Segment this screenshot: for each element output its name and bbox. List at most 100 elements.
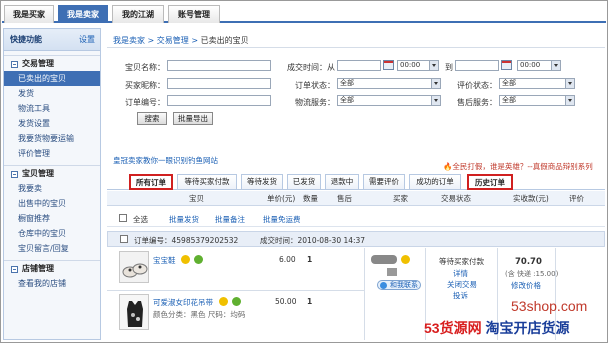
section-shop-management[interactable]: 店铺管理: [4, 260, 100, 276]
tab-history-orders[interactable]: 历史订单: [467, 174, 513, 190]
tab-account[interactable]: 账号管理: [168, 5, 220, 23]
calendar-icon[interactable]: [383, 60, 394, 70]
sidebar-item-sell[interactable]: 我要卖: [4, 181, 100, 196]
order-deal-time: 成交时间：2010-08-30 14:37: [260, 236, 366, 245]
col-qty: 数量: [303, 194, 318, 203]
sidebar-item-reviews[interactable]: 评价管理: [4, 146, 100, 161]
table-header: 宝贝 单价(元) 数量 售后 买家 交易状态 实收款(元) 评价: [107, 191, 605, 206]
item-name-link[interactable]: 可爱淑女印花吊带: [153, 297, 213, 308]
breadcrumb-trade[interactable]: 交易管理: [157, 36, 189, 45]
tab-success-orders[interactable]: 成功的订单: [409, 174, 461, 190]
sidebar-item-ship-settings[interactable]: 发货设置: [4, 116, 100, 131]
item-name-label: 宝贝名称：: [125, 63, 165, 72]
collapse-icon[interactable]: [11, 61, 18, 68]
to-label: 到: [445, 63, 453, 72]
collapse-icon[interactable]: [11, 171, 18, 178]
order-total: 70.70: [515, 257, 542, 267]
item-spec: 颜色分类：黑色 尺码：均码: [153, 310, 246, 319]
order-status-select[interactable]: 全部: [337, 78, 441, 89]
tab-await-ship[interactable]: 等待发货: [241, 174, 283, 190]
tab-all-orders[interactable]: 所有订单: [129, 174, 173, 190]
item-qty: 1: [307, 255, 313, 264]
section-trade-management[interactable]: 交易管理: [4, 55, 100, 71]
time-from-value: 00:00: [400, 61, 421, 69]
breadcrumb-current: 已卖出的宝贝: [200, 36, 249, 45]
review-status-value: 全部: [502, 79, 516, 87]
dropdown-arrow-icon: [431, 96, 440, 105]
item-thumbnail-top[interactable]: [119, 294, 149, 330]
top-nav: 我是买家 我是卖家 我的江湖 账号管理: [2, 3, 606, 23]
quick-settings-link[interactable]: 设置: [79, 29, 95, 51]
col-buyer: 买家: [393, 194, 408, 203]
sidebar-item-showcase[interactable]: 橱窗推荐: [4, 211, 100, 226]
after-sale-select[interactable]: 全部: [499, 95, 575, 106]
tab-seller[interactable]: 我是卖家: [58, 5, 108, 23]
date-to-input[interactable]: [455, 60, 499, 71]
search-button[interactable]: 搜索: [137, 112, 167, 125]
item-name-link[interactable]: 宝宝鞋: [153, 255, 176, 266]
tab-refunding[interactable]: 退款中: [325, 174, 359, 190]
buyer-name-redacted: [371, 255, 397, 264]
sidebar-item-view-shop[interactable]: 查看我的店铺: [4, 276, 100, 291]
collapse-icon[interactable]: [11, 266, 18, 273]
select-all-label: 全选: [133, 215, 148, 224]
time-to-select[interactable]: 00:00: [517, 60, 561, 71]
col-item: 宝贝: [189, 194, 204, 203]
sidebar-item-logistics-tools[interactable]: 物流工具: [4, 101, 100, 116]
order-tabs: 所有订单 等待买家付款 等待发货 已发货 退款中 需要评价 成功的订单 历史订单: [107, 172, 605, 190]
section-item-management[interactable]: 宝贝管理: [4, 165, 100, 181]
tab-buyer[interactable]: 我是买家: [4, 5, 54, 23]
bulk-note-link[interactable]: 批量备注: [215, 214, 245, 225]
contact-label: 和我联系: [390, 281, 418, 289]
search-form: 宝贝名称： 成交时间：从 00:00 到 00:00 买家昵称： 订单状态： 全…: [107, 52, 605, 156]
calendar-icon[interactable]: [501, 60, 512, 70]
complaint-link[interactable]: 投诉: [453, 290, 468, 301]
contact-button[interactable]: 和我联系: [377, 280, 421, 290]
sidebar-item-freight[interactable]: 我要货物要运输: [4, 131, 100, 146]
bulk-actions: 全选 批量发货 批量备注 批量免运费: [107, 209, 605, 227]
tab-shipped[interactable]: 已发货: [287, 174, 321, 190]
section-title: 宝贝管理: [22, 169, 54, 178]
shoes-image: [120, 252, 148, 282]
promo-link-right[interactable]: 🔥全民打假，谁是英雄？--真假商品辩别系列: [443, 161, 593, 172]
details-link[interactable]: 详情: [453, 268, 468, 279]
order-status-label: 订单状态：: [295, 81, 335, 90]
breadcrumb-seller[interactable]: 我是卖家: [113, 36, 145, 45]
bulk-export-button[interactable]: 批量导出: [173, 112, 213, 125]
sidebar-item-on-sale[interactable]: 出售中的宝贝: [4, 196, 100, 211]
flower-icon: [232, 297, 241, 306]
buyer-nick-input[interactable]: [167, 78, 271, 89]
tab-need-review[interactable]: 需要评价: [363, 174, 405, 190]
tab-await-payment[interactable]: 等待买家付款: [177, 174, 237, 190]
tab-jianghu[interactable]: 我的江湖: [112, 5, 164, 23]
flower-icon: [194, 255, 203, 264]
deal-time-label: 成交时间：从: [287, 63, 335, 72]
after-sale-value: 全部: [502, 96, 516, 104]
promo-link-left[interactable]: 皇冠卖家教你一眼识别钓鱼网站: [113, 155, 218, 166]
item-thumbnail-shoes[interactable]: [119, 251, 149, 283]
watermark-url: 53shop.com: [511, 298, 588, 314]
logistics-select[interactable]: 全部: [337, 95, 441, 106]
breadcrumb-sep: >: [188, 36, 201, 45]
sidebar-item-ship[interactable]: 发货: [4, 86, 100, 101]
breadcrumb-sep: >: [145, 36, 157, 45]
item-name-input[interactable]: [167, 60, 271, 71]
logistics-value: 全部: [340, 96, 354, 104]
dropdown-arrow-icon: [565, 79, 574, 88]
time-from-select[interactable]: 00:00: [397, 60, 439, 71]
modify-price-link[interactable]: 修改价格: [511, 280, 541, 291]
bulk-ship-link[interactable]: 批量发货: [169, 214, 199, 225]
date-from-input[interactable]: [337, 60, 381, 71]
col-paid: 实收款(元): [513, 194, 549, 203]
review-status-select[interactable]: 全部: [499, 78, 575, 89]
close-trade-link[interactable]: 关闭交易: [447, 279, 477, 290]
quick-functions-title: 快捷功能: [10, 35, 42, 44]
order-checkbox[interactable]: [120, 235, 128, 243]
quick-functions-header: 快捷功能 设置: [4, 29, 100, 51]
order-no-input[interactable]: [167, 95, 271, 106]
sidebar-item-warehouse[interactable]: 仓库中的宝贝: [4, 226, 100, 241]
sidebar-item-sold-items[interactable]: 已卖出的宝贝: [4, 71, 100, 86]
sidebar-item-messages[interactable]: 宝贝留言/回复: [4, 241, 100, 256]
bulk-free-shipping-link[interactable]: 批量免运费: [263, 214, 301, 225]
select-all-checkbox[interactable]: [119, 214, 127, 222]
